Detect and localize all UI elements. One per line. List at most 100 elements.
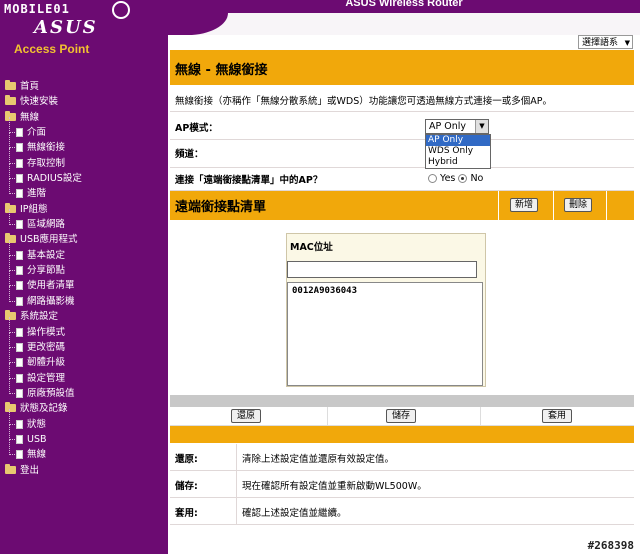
mobile01-logo-text: MOBILE01 — [4, 2, 70, 16]
help-value: 現在確認所有設定值並重新啟動WL500W。 — [242, 481, 427, 492]
folder-icon — [5, 95, 16, 106]
sidebar-item[interactable]: 韌體升級 — [0, 347, 168, 370]
page-header: 無線 - 無線銜接 — [170, 50, 634, 85]
sidebar-item[interactable]: 介面 — [0, 116, 168, 140]
help-row: 還原: 清除上述設定值並還原有效設定值。 — [170, 444, 634, 471]
sidebar-item[interactable]: 區域網路 — [0, 208, 168, 232]
sidebar-item-label: 登出 — [20, 464, 40, 476]
sidebar-folder-item[interactable]: IP組態 — [0, 202, 168, 217]
logo: MOBILE01 ASUS Access Point — [0, 0, 168, 60]
ap-mode-select[interactable]: AP Only ▼ — [425, 119, 489, 134]
page-icon — [16, 189, 23, 199]
channel-label: 頻道： — [175, 149, 204, 160]
description-row: 無線銜接（亦稱作「無線分散系統」或WDS）功能讓您可透過無線方式連接一或多個AP… — [170, 86, 634, 112]
radio-no[interactable] — [458, 174, 468, 183]
sidebar-folder-item[interactable]: 無線 — [0, 110, 168, 125]
sidebar-item[interactable]: 使用者清單 — [0, 270, 168, 293]
list-item[interactable]: 0012A9036043 — [292, 286, 357, 296]
page-icon — [16, 143, 23, 153]
page-icon — [16, 327, 23, 337]
chevron-down-icon: ▼ — [624, 39, 630, 47]
page-icon — [16, 342, 23, 352]
radio-yes[interactable] — [428, 174, 437, 183]
sidebar-item-label: 存取控制 — [27, 157, 66, 169]
sidebar-item-label: 快速安裝 — [20, 96, 59, 108]
ap-mode-value: AP Only — [429, 121, 467, 132]
mac-address-input[interactable] — [287, 261, 477, 278]
ap-mode-dropdown: AP Only WDS Only Hybrid — [425, 134, 491, 169]
sidebar-item-label: 首頁 — [20, 81, 40, 92]
sidebar-item-label: 設定管理 — [27, 372, 66, 384]
language-select-value: 選擇語系 — [582, 38, 619, 48]
action-divider — [480, 407, 481, 425]
language-select[interactable]: 選擇語系 ▼ — [578, 35, 633, 49]
mobile01-circle-icon — [112, 1, 130, 19]
help-row: 套用: 確認上述設定值並繼續。 — [170, 498, 634, 525]
page-icon — [16, 388, 23, 398]
apply-button[interactable]: 套用 — [542, 409, 572, 423]
sidebar-folder-item[interactable]: 系統設定 — [0, 309, 168, 324]
sidebar-folder-item[interactable]: USB應用程式 — [0, 232, 168, 247]
ap-mode-option[interactable]: AP Only — [426, 135, 490, 146]
asus-logo-text: ASUS — [34, 17, 98, 38]
ap-mode-option[interactable]: Hybrid — [426, 157, 490, 168]
sidebar-item-label: USB — [27, 433, 47, 445]
sidebar-folder-item[interactable]: 狀態及記錄 — [0, 401, 168, 416]
sidebar-item[interactable]: 操作模式 — [0, 316, 168, 340]
folder-icon — [5, 463, 16, 474]
sidebar-item[interactable]: RADIUS設定 — [0, 162, 168, 186]
page-icon — [16, 158, 23, 168]
header-divider — [553, 191, 554, 220]
delete-button[interactable]: 刪除 — [564, 198, 592, 212]
sidebar-item[interactable]: 進階 — [0, 178, 168, 201]
page-icon — [16, 174, 23, 184]
help-divider — [236, 498, 237, 524]
sidebar-folder-item[interactable]: 首頁 — [0, 79, 168, 94]
sidebar-folder-item[interactable]: 快速安裝 — [0, 94, 168, 109]
folder-icon — [5, 80, 16, 90]
mac-address-list[interactable]: 0012A9036043 — [287, 282, 483, 386]
radio-no-label: No — [470, 173, 484, 184]
sidebar-item-label: 狀態 — [27, 418, 47, 430]
sidebar-item[interactable]: 基本設定 — [0, 239, 168, 263]
restore-button[interactable]: 還原 — [231, 409, 261, 423]
sidebar-item[interactable]: 原廠預設值 — [0, 377, 168, 401]
sidebar: MOBILE01 ASUS Access Point 首頁 快速安裝 無線 介面 無線銜… — [0, 0, 168, 554]
connect-row: 連接「遠端銜接點清單」中的AP？ Yes No — [170, 168, 634, 191]
sidebar-item[interactable]: 無線銜接 — [0, 132, 168, 155]
top-banner: ASUS Wireless Router — [168, 0, 640, 13]
mac-address-panel: MAC位址 0012A9036043 — [286, 233, 486, 387]
connect-label: 連接「遠端銜接點清單」中的AP？ — [175, 175, 323, 186]
chevron-down-icon: ▼ — [475, 120, 488, 133]
sidebar-item-label: 無線 — [20, 111, 40, 123]
sidebar-item[interactable]: 狀態 — [0, 408, 168, 432]
sidebar-item[interactable]: 存取控制 — [0, 147, 168, 171]
help-header-bar — [170, 426, 634, 443]
sidebar-item-label: 韌體升級 — [27, 357, 66, 369]
sidebar-item-label: 原廠預設值 — [27, 387, 75, 399]
help-divider — [236, 444, 237, 470]
sidebar-item-label: 介面 — [27, 127, 47, 139]
sidebar-item[interactable]: 分享節點 — [0, 254, 168, 278]
sidebar-item[interactable]: USB — [0, 423, 168, 447]
sidebar-item-label: 無線 — [27, 449, 47, 461]
header-divider — [606, 191, 607, 220]
sidebar-item[interactable]: 設定管理 — [0, 362, 168, 386]
sidebar-item[interactable]: 更改密碼 — [0, 331, 168, 355]
sidebar-item-label: 狀態及記錄 — [20, 403, 68, 415]
sidebar-menu: 首頁 快速安裝 無線 介面 無線銜接 存取控制 RADIUS設定 進階 IP組態 區域網路 USB應… — [0, 79, 168, 478]
save-button[interactable]: 儲存 — [386, 409, 416, 423]
ap-mode-label: AP模式： — [175, 123, 218, 134]
page-icon — [16, 281, 23, 291]
page-icon — [16, 373, 23, 383]
ap-mode-option[interactable]: WDS Only — [426, 146, 490, 157]
page-icon — [16, 128, 23, 138]
add-button[interactable]: 新增 — [510, 198, 538, 212]
sidebar-folder-item[interactable]: 登出 — [0, 463, 168, 478]
sidebar-item[interactable]: 網路攝影機 — [0, 285, 168, 309]
page-description: 無線銜接（亦稱作「無線分散系統」或WDS）功能讓您可透過無線方式連接一或多個AP… — [175, 96, 552, 107]
sidebar-item[interactable]: 無線 — [0, 439, 168, 462]
help-row: 儲存: 現在確認所有設定值並重新啟動WL500W。 — [170, 471, 634, 498]
mac-address-header: MAC位址 — [290, 242, 333, 253]
sidebar-item-label: 網路攝影機 — [27, 295, 75, 307]
